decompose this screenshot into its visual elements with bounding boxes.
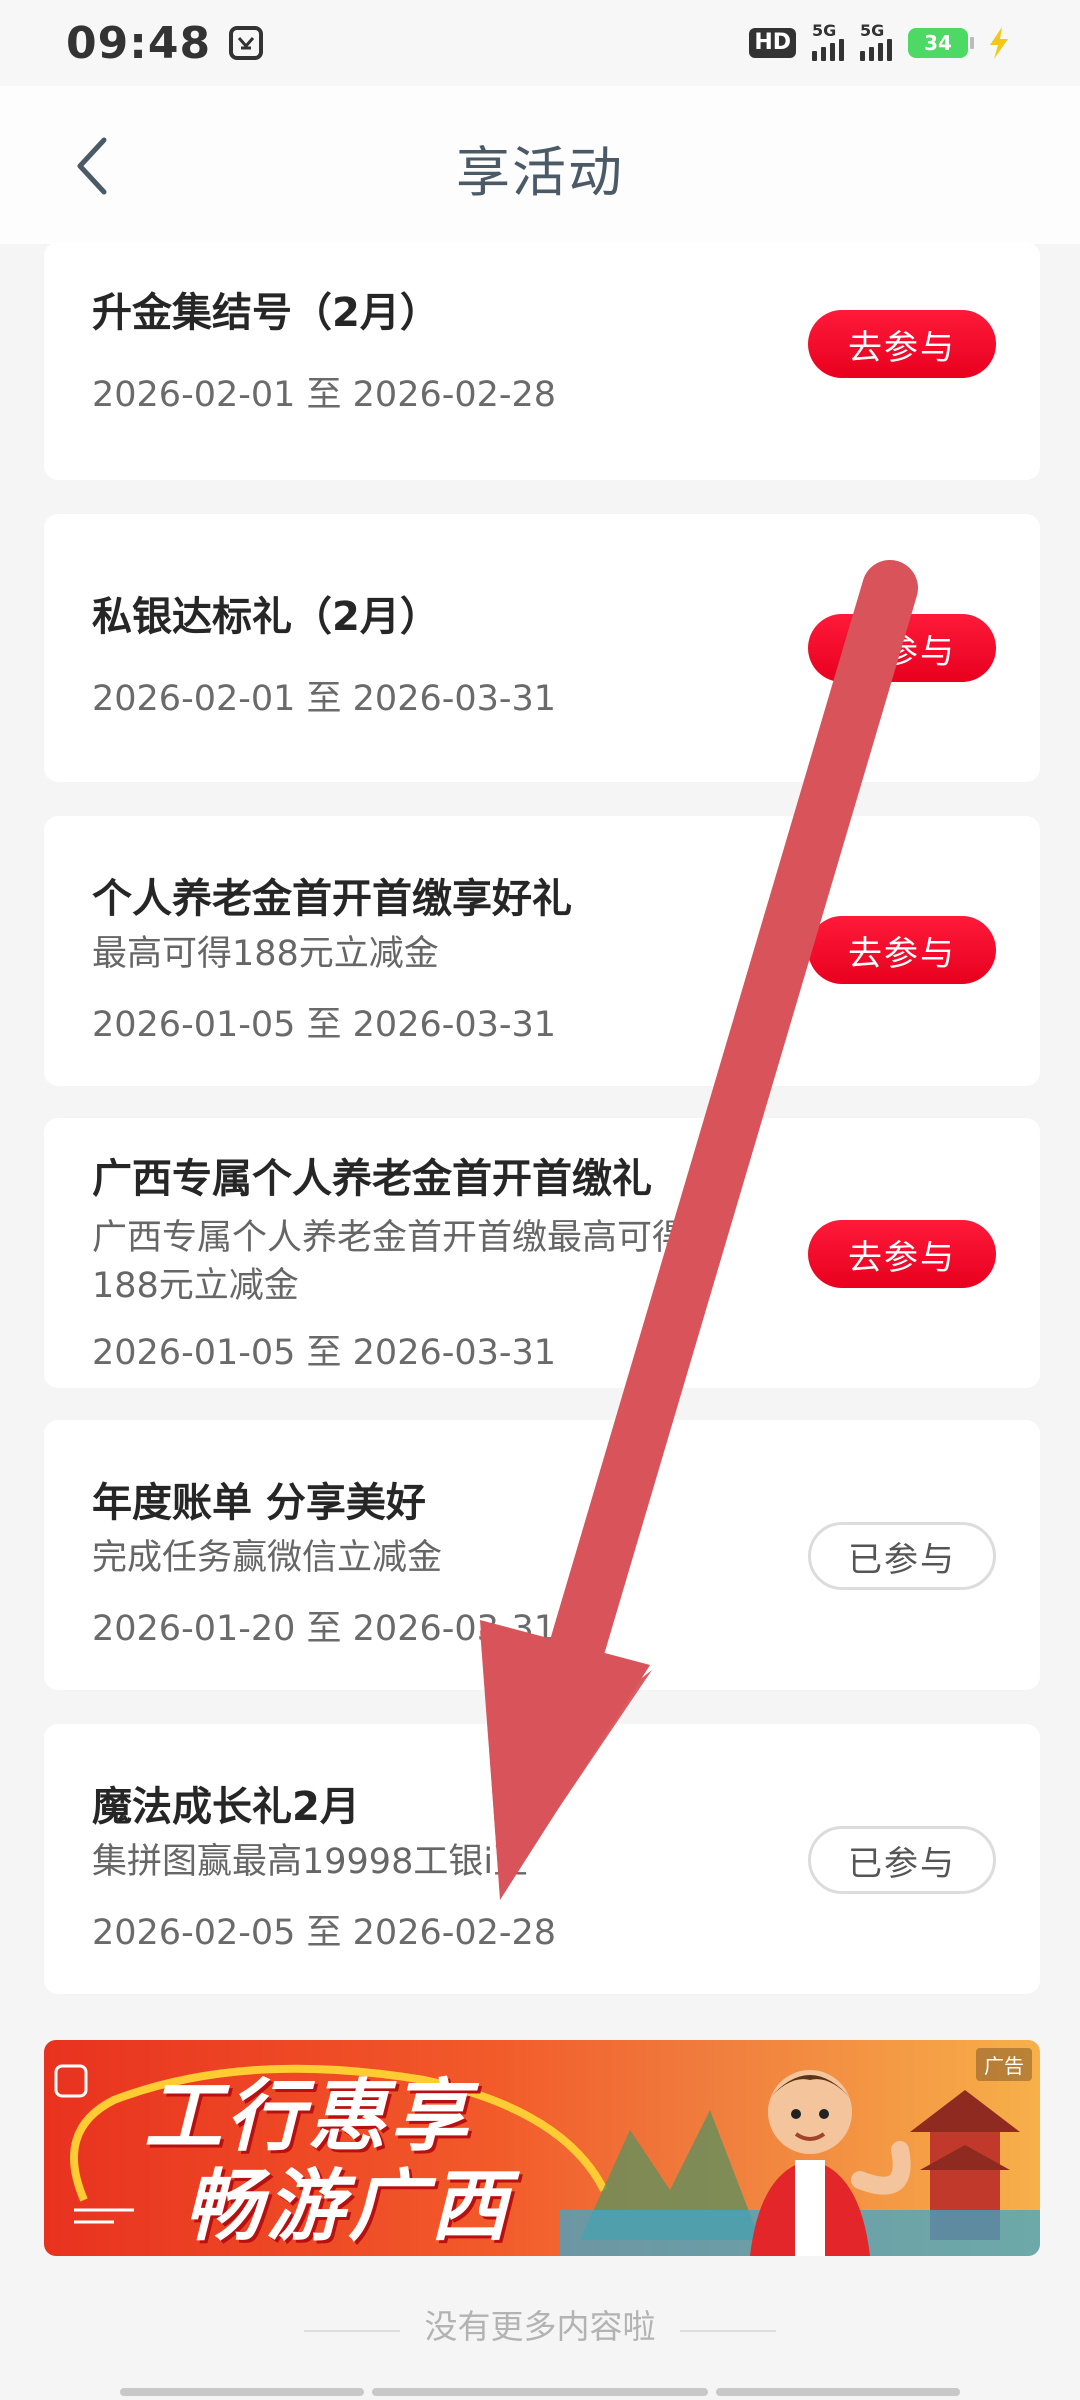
no-more-content-text: 没有更多内容啦 [424, 2307, 656, 2346]
joined-button[interactable]: 已参与 [808, 1826, 996, 1894]
activity-title: 年度账单 分享美好 [92, 1480, 426, 1526]
join-button[interactable]: 去参与 [808, 916, 996, 984]
activity-date: 2026-02-05 至 2026-02-28 [92, 1913, 557, 1953]
activity-card[interactable]: 年度账单 分享美好 完成任务赢微信立减金 2026-01-20 至 2026-0… [44, 1420, 1040, 1690]
activity-date: 2026-01-05 至 2026-03-31 [92, 1005, 557, 1045]
activity-title: 升金集结号（2月） [92, 290, 440, 336]
divider-right [680, 2330, 776, 2332]
signal-5g-icon-2: 5G [860, 21, 892, 61]
activity-description: 完成任务赢微信立减金 [92, 1538, 443, 1578]
page-title: 享活动 [456, 141, 624, 204]
join-button[interactable]: 去参与 [808, 1220, 996, 1288]
activity-title: 魔法成长礼2月 [92, 1784, 360, 1830]
activity-description: 集拼图赢最高19998工银i豆 [92, 1842, 529, 1882]
status-bar: 09:48 HD 5G 5G 34 [0, 0, 1080, 86]
joined-button[interactable]: 已参与 [808, 1522, 996, 1590]
scroll-indicator [716, 2388, 960, 2396]
activity-description: 最高可得188元立减金 [92, 934, 439, 974]
battery-icon: 34 [908, 28, 974, 58]
title-bar: 享活动 [0, 86, 1080, 244]
join-button[interactable]: 去参与 [808, 614, 996, 682]
activity-title: 广西专属个人养老金首开首缴礼 [92, 1156, 652, 1202]
banner-subheadline: 畅游广西 [184, 2162, 513, 2252]
activity-card[interactable]: 私银达标礼（2月） 2026-02-01 至 2026-03-31 去参与 [44, 514, 1040, 782]
activity-date: 2026-02-01 至 2026-03-31 [92, 679, 557, 719]
join-button[interactable]: 去参与 [808, 310, 996, 378]
activity-card[interactable]: 魔法成长礼2月 集拼图赢最高19998工银i豆 2026-02-05 至 202… [44, 1724, 1040, 1994]
hd-icon: HD [749, 28, 796, 58]
activity-title: 私银达标礼（2月） [92, 594, 440, 640]
status-time: 09:48 [66, 17, 212, 69]
activity-description: 广西专属个人养老金首开首缴最高可得188元立减金 [92, 1218, 688, 1306]
activity-date: 2026-01-05 至 2026-03-31 [92, 1333, 557, 1373]
activity-card[interactable]: 个人养老金首开首缴享好礼 最高可得188元立减金 2026-01-05 至 20… [44, 816, 1040, 1086]
notification-app-icon [229, 26, 264, 60]
activity-card[interactable]: 升金集结号（2月） 2026-02-01 至 2026-02-28 去参与 [44, 242, 1040, 480]
banner-illustration [560, 2070, 1040, 2256]
scroll-indicator [372, 2388, 708, 2396]
scroll-indicator [120, 2388, 364, 2396]
activity-date: 2026-01-20 至 2026-03-31 [92, 1609, 557, 1649]
status-right: HD 5G 5G 34 [749, 21, 1014, 61]
status-left: 09:48 [66, 17, 264, 69]
activity-card[interactable]: 广西专属个人养老金首开首缴礼 广西专属个人养老金首开首缴最高可得188元立减金 … [44, 1118, 1040, 1388]
activity-title: 个人养老金首开首缴享好礼 [92, 876, 572, 922]
promo-banner[interactable]: 工行惠享 畅游广西 广告 [44, 2040, 1040, 2256]
signal-5g-icon-1: 5G [812, 21, 844, 61]
activity-date: 2026-02-01 至 2026-02-28 [92, 375, 557, 415]
ad-tag: 广告 [976, 2048, 1032, 2081]
charging-bolt-icon [990, 27, 1008, 59]
battery-level: 34 [924, 31, 952, 55]
